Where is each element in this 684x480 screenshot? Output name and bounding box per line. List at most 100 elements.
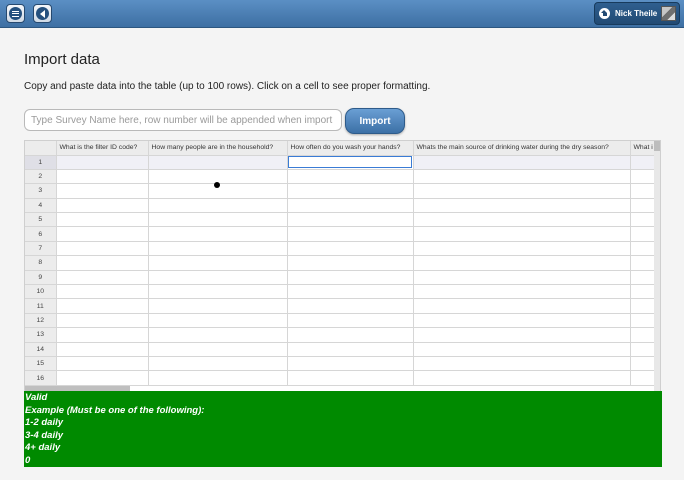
- grid-cell[interactable]: [148, 327, 288, 343]
- table-row[interactable]: 5: [25, 212, 660, 228]
- grid-cell[interactable]: [287, 198, 414, 214]
- grid-cell[interactable]: [148, 298, 288, 314]
- grid-cell[interactable]: [56, 313, 149, 329]
- grid-cell[interactable]: [413, 212, 631, 228]
- grid-cell[interactable]: [287, 241, 414, 257]
- grid-cell[interactable]: [56, 241, 149, 257]
- user-name: Nick Theile: [615, 9, 658, 18]
- grid-cell[interactable]: [413, 169, 631, 185]
- grid-cell[interactable]: [287, 313, 414, 329]
- table-row[interactable]: 12: [25, 313, 660, 329]
- grid-cell[interactable]: [287, 284, 414, 300]
- grid-cell[interactable]: [413, 183, 631, 199]
- table-row[interactable]: 6: [25, 226, 660, 242]
- grid-cell[interactable]: [287, 226, 414, 242]
- grid-cell[interactable]: [56, 155, 149, 170]
- validation-panel: Valid Example (Must be one of the follow…: [24, 391, 662, 467]
- table-row[interactable]: 3: [25, 183, 660, 199]
- grid-cell[interactable]: [148, 370, 288, 386]
- column-header[interactable]: Whats the main source of drinking water …: [413, 141, 631, 156]
- grid-cell-selected[interactable]: [287, 155, 414, 170]
- table-row[interactable]: 2: [25, 169, 660, 185]
- grid-cell[interactable]: [56, 342, 149, 357]
- grid-cell[interactable]: [413, 327, 631, 343]
- grid-cell[interactable]: [56, 226, 149, 242]
- menu-icon: [9, 7, 22, 20]
- grid-cell[interactable]: [287, 255, 414, 271]
- grid-cell[interactable]: [148, 212, 288, 228]
- grid-cell[interactable]: [148, 356, 288, 372]
- table-row[interactable]: 8: [25, 255, 660, 271]
- table-row[interactable]: 11: [25, 298, 660, 314]
- spreadsheet-table[interactable]: What is the filter ID code? How many peo…: [25, 141, 660, 386]
- grid-cell[interactable]: [56, 298, 149, 314]
- table-row[interactable]: 15: [25, 356, 660, 372]
- table-row[interactable]: 10: [25, 284, 660, 300]
- row-number: 9: [25, 270, 57, 286]
- column-header[interactable]: What is the filter ID code?: [56, 141, 149, 156]
- grid-cell[interactable]: [413, 313, 631, 329]
- grid-cell[interactable]: [413, 241, 631, 257]
- grid-cell[interactable]: [413, 255, 631, 271]
- grid-cell[interactable]: [56, 356, 149, 372]
- table-row[interactable]: 9: [25, 270, 660, 286]
- grid-cell[interactable]: [148, 198, 288, 214]
- grid-cell[interactable]: [148, 342, 288, 357]
- grid-cell[interactable]: [287, 183, 414, 199]
- data-grid[interactable]: What is the filter ID code? How many peo…: [24, 140, 661, 392]
- row-number: 8: [25, 255, 57, 271]
- grid-cell[interactable]: [56, 370, 149, 386]
- table-row[interactable]: 16: [25, 370, 660, 386]
- survey-name-input[interactable]: [24, 109, 342, 131]
- grid-cell[interactable]: [56, 327, 149, 343]
- grid-cell[interactable]: [148, 226, 288, 242]
- table-row[interactable]: 1: [25, 155, 660, 170]
- grid-cell[interactable]: [413, 342, 631, 357]
- import-button[interactable]: Import: [345, 108, 405, 134]
- grid-cell[interactable]: [287, 298, 414, 314]
- grid-cell[interactable]: [287, 169, 414, 185]
- table-row[interactable]: 13: [25, 327, 660, 343]
- user-menu-button[interactable]: Nick Theile: [594, 2, 680, 25]
- top-bar: Nick Theile: [0, 0, 684, 28]
- grid-cell[interactable]: [56, 169, 149, 185]
- vertical-scrollbar[interactable]: [654, 141, 660, 391]
- grid-cell[interactable]: [413, 370, 631, 386]
- grid-cell[interactable]: [413, 155, 631, 170]
- vertical-scroll-thumb[interactable]: [654, 141, 660, 151]
- grid-cell[interactable]: [413, 298, 631, 314]
- table-row[interactable]: 4: [25, 198, 660, 214]
- grid-cell[interactable]: [148, 241, 288, 257]
- back-button[interactable]: [33, 4, 52, 23]
- grid-cell[interactable]: [287, 327, 414, 343]
- grid-cell[interactable]: [56, 212, 149, 228]
- row-number: 1: [25, 155, 57, 170]
- grid-cell[interactable]: [148, 313, 288, 329]
- grid-cell[interactable]: [287, 270, 414, 286]
- table-row[interactable]: 14: [25, 342, 660, 357]
- grid-cell[interactable]: [413, 198, 631, 214]
- grid-cell[interactable]: [413, 284, 631, 300]
- grid-cell[interactable]: [56, 270, 149, 286]
- grid-cell[interactable]: [287, 356, 414, 372]
- grid-cell[interactable]: [148, 270, 288, 286]
- grid-cell[interactable]: [148, 155, 288, 170]
- grid-cell[interactable]: [413, 270, 631, 286]
- grid-cell[interactable]: [56, 183, 149, 199]
- grid-cell[interactable]: [413, 356, 631, 372]
- grid-cell[interactable]: [56, 284, 149, 300]
- grid-cell[interactable]: [413, 226, 631, 242]
- table-row[interactable]: 7: [25, 241, 660, 257]
- grid-cell[interactable]: [287, 370, 414, 386]
- grid-cell[interactable]: [148, 255, 288, 271]
- avatar: [661, 6, 676, 21]
- menu-button[interactable]: [6, 4, 25, 23]
- grid-cell[interactable]: [287, 212, 414, 228]
- column-header[interactable]: How many people are in the household?: [148, 141, 288, 156]
- header-row: What is the filter ID code? How many peo…: [25, 141, 660, 156]
- grid-cell[interactable]: [56, 198, 149, 214]
- grid-cell[interactable]: [56, 255, 149, 271]
- grid-cell[interactable]: [287, 342, 414, 357]
- grid-cell[interactable]: [148, 284, 288, 300]
- column-header[interactable]: How often do you wash your hands?: [287, 141, 414, 156]
